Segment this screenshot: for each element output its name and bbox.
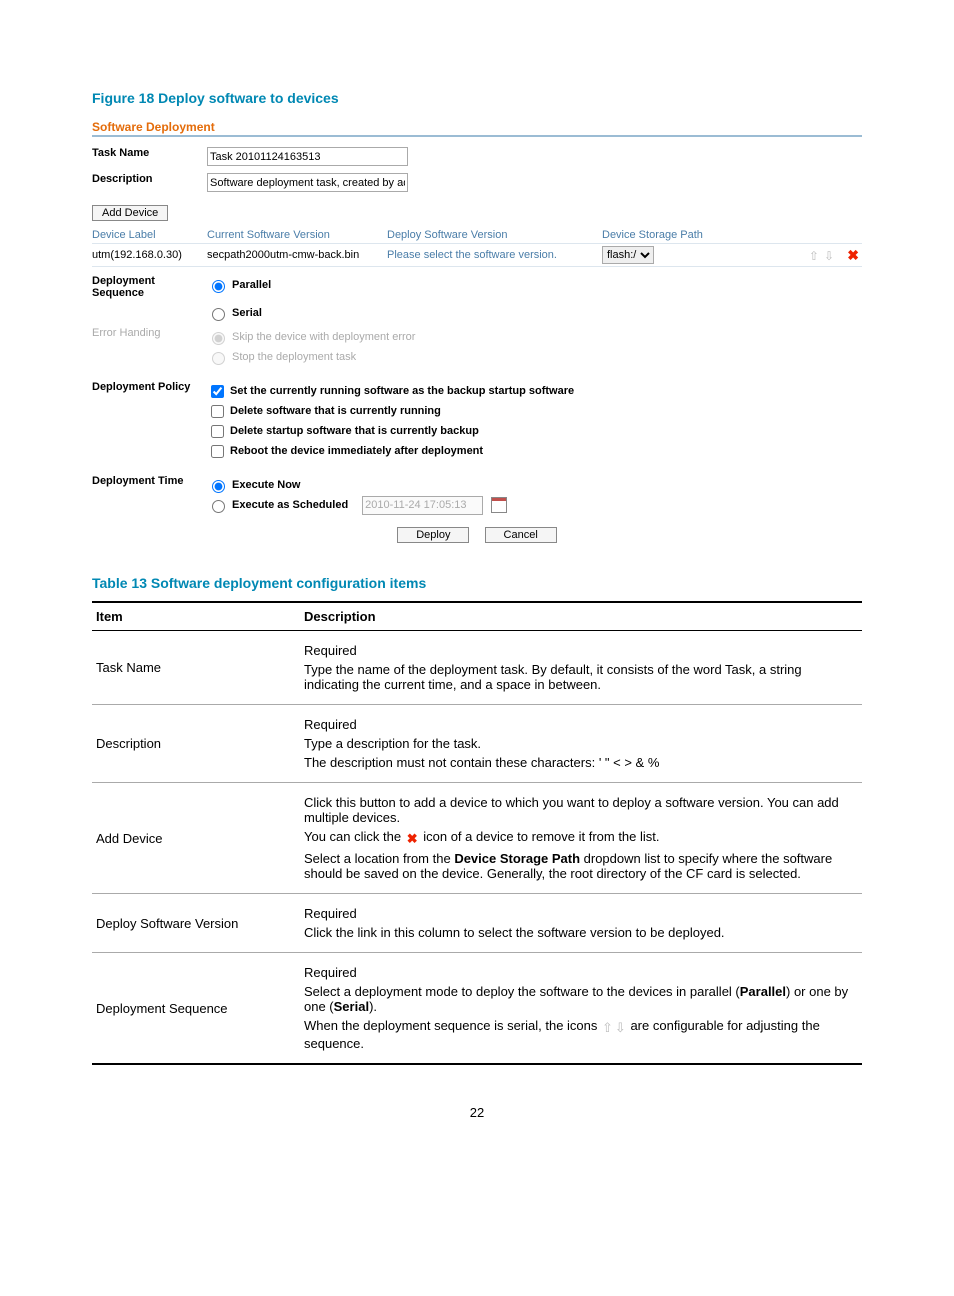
calendar-icon[interactable] <box>491 497 507 513</box>
col-current-sw: Current Software Version <box>207 229 387 241</box>
software-deployment-panel: Task Name Description Add Device Device … <box>92 145 862 545</box>
item-deploy-sw: Deploy Software Version <box>92 894 300 953</box>
device-row: utm(192.168.0.30) secpath2000utm-cmw-bac… <box>92 244 862 267</box>
item-description: Description <box>92 705 300 783</box>
row-deployment-sequence: Deployment Sequence Required Select a de… <box>92 953 862 1065</box>
row-task-name: Task Name Required Type the name of the … <box>92 631 862 705</box>
select-software-link[interactable]: Please select the software version. <box>387 249 602 261</box>
row-description: Description Required Type a description … <box>92 705 862 783</box>
th-desc: Description <box>300 602 862 631</box>
serial-label: Serial <box>232 303 262 323</box>
execute-scheduled-radio[interactable] <box>212 500 225 513</box>
figure-caption: Figure 18 Deploy software to devices <box>92 90 862 106</box>
stop-task-radio <box>212 352 225 365</box>
policy-delete-running-label: Delete software that is currently runnin… <box>230 401 441 421</box>
item-add-device: Add Device <box>92 783 300 894</box>
policy-delete-running-checkbox[interactable] <box>211 405 224 418</box>
description-input[interactable] <box>207 173 408 192</box>
current-sw-value: secpath2000utm-cmw-back.bin <box>207 249 387 261</box>
description-label: Description <box>92 173 202 185</box>
policy-backup-label: Set the currently running software as th… <box>230 381 574 401</box>
col-storage-path: Device Storage Path <box>602 229 722 241</box>
error-handling-label: Error Handing <box>92 327 202 339</box>
schedule-time-input <box>362 496 483 515</box>
page-number: 22 <box>92 1105 862 1120</box>
parallel-radio[interactable] <box>212 280 225 293</box>
move-down-icon[interactable]: ⇩ <box>823 249 835 263</box>
row-deploy-sw: Deploy Software Version Required Click t… <box>92 894 862 953</box>
serial-radio[interactable] <box>212 308 225 321</box>
col-deploy-sw: Deploy Software Version <box>387 229 602 241</box>
item-task-name: Task Name <box>92 631 300 705</box>
execute-now-label: Execute Now <box>232 475 300 495</box>
policy-delete-backup-checkbox[interactable] <box>211 425 224 438</box>
execute-scheduled-label: Execute as Scheduled <box>232 495 348 515</box>
parallel-label: Parallel <box>232 275 271 295</box>
table-caption: Table 13 Software deployment configurati… <box>92 575 862 591</box>
deployment-sequence-label: Deployment Sequence <box>92 275 202 299</box>
cancel-button[interactable]: Cancel <box>485 527 557 543</box>
config-table: Item Description Task Name Required Type… <box>92 601 862 1065</box>
device-label-value: utm(192.168.0.30) <box>92 249 207 261</box>
execute-now-radio[interactable] <box>212 480 225 493</box>
storage-path-select[interactable]: flash:/ <box>602 246 654 264</box>
panel-title: Software Deployment <box>92 120 862 137</box>
up-down-icons: ⇧⇩ <box>601 1020 627 1036</box>
policy-reboot-checkbox[interactable] <box>211 445 224 458</box>
deployment-time-label: Deployment Time <box>92 475 202 487</box>
policy-backup-checkbox[interactable] <box>211 385 224 398</box>
move-up-icon[interactable]: ⇧ <box>808 249 820 263</box>
device-table-header: Device Label Current Software Version De… <box>92 227 862 244</box>
item-deployment-sequence: Deployment Sequence <box>92 953 300 1065</box>
stop-task-label: Stop the deployment task <box>232 347 356 367</box>
row-add-device: Add Device Click this button to add a de… <box>92 783 862 894</box>
policy-delete-backup-label: Delete startup software that is currentl… <box>230 421 479 441</box>
add-device-button[interactable]: Add Device <box>92 205 168 221</box>
task-name-label: Task Name <box>92 147 202 159</box>
policy-reboot-label: Reboot the device immediately after depl… <box>230 441 483 461</box>
skip-error-label: Skip the device with deployment error <box>232 327 415 347</box>
th-item: Item <box>92 602 300 631</box>
remove-x-icon: ✖ <box>407 831 418 847</box>
skip-error-radio <box>212 332 225 345</box>
remove-device-icon[interactable]: ✖ <box>844 247 862 263</box>
task-name-input[interactable] <box>207 147 408 166</box>
deploy-button[interactable]: Deploy <box>397 527 469 543</box>
deployment-policy-label: Deployment Policy <box>92 381 202 393</box>
col-device-label: Device Label <box>92 229 207 241</box>
